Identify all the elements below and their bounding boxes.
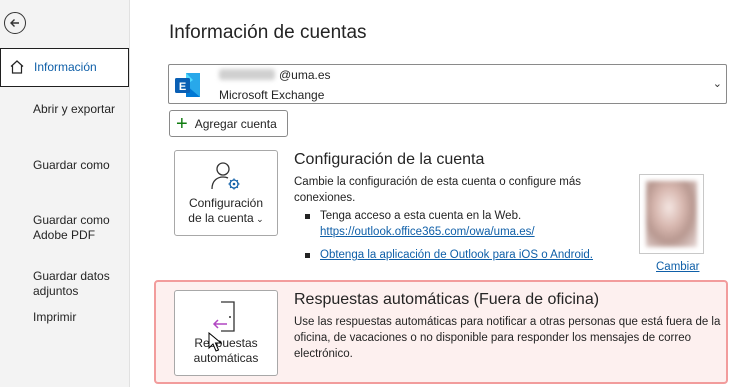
sidebar-item-label: Guardar datos adjuntos bbox=[33, 269, 110, 298]
profile-photo-image bbox=[646, 181, 697, 247]
profile-photo bbox=[639, 174, 704, 254]
sidebar-item-guardar-adjuntos[interactable]: Guardar datos adjuntos bbox=[0, 254, 129, 299]
sidebar-item-guardar-como[interactable]: Guardar como bbox=[0, 158, 129, 173]
owa-link[interactable]: https://outlook.office365.com/owa/uma.es… bbox=[320, 224, 535, 240]
automatic-replies-label-line2: automáticas bbox=[193, 351, 259, 365]
account-settings-title: Configuración de la cuenta bbox=[294, 151, 485, 168]
mobile-app-link[interactable]: Obtenga la aplicación de Outlook para iO… bbox=[320, 247, 593, 263]
account-settings-button[interactable]: Configuración de la cuenta ⌄ bbox=[174, 150, 278, 236]
automatic-replies-button[interactable]: Respuestas automáticas bbox=[174, 290, 278, 376]
account-settings-label-line2: de la cuenta bbox=[188, 211, 254, 225]
web-access-text: Tenga acceso a esta cuenta en la Web. bbox=[320, 210, 522, 222]
mouse-cursor-icon bbox=[208, 332, 222, 352]
sidebar-item-imprimir[interactable]: Imprimir bbox=[0, 310, 129, 325]
person-gear-icon bbox=[211, 162, 240, 190]
sidebar-item-label: Guardar como bbox=[33, 158, 110, 172]
account-type: Microsoft Exchange bbox=[219, 88, 325, 102]
back-button[interactable] bbox=[4, 12, 26, 34]
account-selector[interactable]: E @uma.es Microsoft Exchange ⌄ bbox=[168, 64, 727, 104]
account-settings-description: Cambie la configuración de esta cuenta o… bbox=[294, 176, 582, 204]
bullet-dot bbox=[305, 253, 310, 258]
sidebar-item-abrir-exportar[interactable]: Abrir y exportar bbox=[0, 102, 129, 117]
sidebar-item-label: Guardar como Adobe PDF bbox=[33, 213, 110, 242]
add-account-button[interactable]: + Agregar cuenta bbox=[169, 110, 288, 137]
arrow-left-icon bbox=[10, 19, 19, 27]
automatic-replies-label-line1: Respuestas bbox=[194, 336, 258, 350]
bullet-web-access: Tenga acceso a esta cuenta en la Web. ht… bbox=[305, 208, 535, 240]
bullet-dot bbox=[305, 214, 310, 219]
account-email: @uma.es bbox=[279, 68, 331, 82]
sidebar-item-label: Imprimir bbox=[33, 310, 77, 324]
plus-icon: + bbox=[176, 112, 188, 135]
change-photo-link[interactable]: Cambiar bbox=[656, 259, 699, 275]
exchange-logo-icon: E bbox=[175, 73, 200, 97]
add-account-label: Agregar cuenta bbox=[194, 116, 277, 131]
door-arrow-icon bbox=[212, 301, 235, 332]
main-panel: Información de cuentas E @uma.es Microso… bbox=[130, 0, 739, 387]
home-icon bbox=[10, 60, 24, 74]
chevron-down-icon: ⌄ bbox=[253, 214, 264, 224]
sidebar-item-informacion[interactable]: Información bbox=[0, 48, 129, 87]
bullet-mobile-app: Obtenga la aplicación de Outlook para iO… bbox=[305, 247, 593, 263]
account-settings-label-line1: Configuración bbox=[188, 196, 264, 210]
page-title: Información de cuentas bbox=[169, 22, 367, 43]
chevron-down-icon: ⌄ bbox=[712, 78, 722, 90]
backstage-sidebar: Información Abrir y exportar Guardar com… bbox=[0, 0, 130, 387]
svg-text:E: E bbox=[179, 81, 186, 93]
email-username-blurred bbox=[219, 69, 275, 80]
sidebar-item-guardar-pdf[interactable]: Guardar como Adobe PDF bbox=[0, 198, 129, 243]
automatic-replies-title: Respuestas automáticas (Fuera de oficina… bbox=[294, 291, 600, 308]
sidebar-item-label: Abrir y exportar bbox=[33, 102, 116, 116]
sidebar-item-label: Información bbox=[34, 60, 97, 74]
automatic-replies-description: Use las respuestas automáticas para noti… bbox=[294, 316, 721, 360]
